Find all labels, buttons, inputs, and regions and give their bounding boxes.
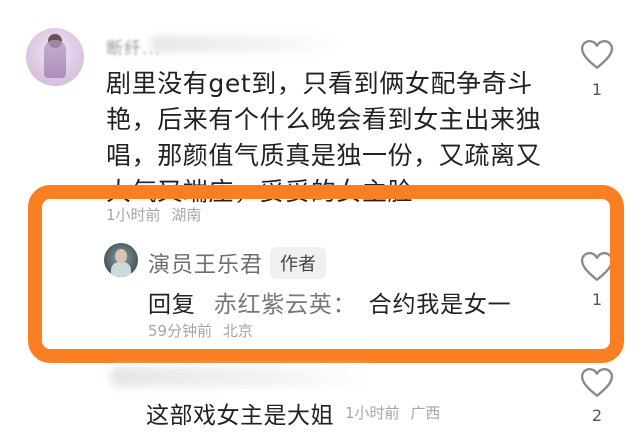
avatar-face — [115, 249, 127, 263]
reply-like-heart-icon[interactable] — [580, 250, 614, 284]
reply-content: 合约我是女一 — [368, 292, 512, 318]
reply-text: 回复 赤红紫云英： 合约我是女一 — [148, 285, 511, 319]
reply-like-count: 1 — [591, 290, 603, 309]
reply-prefix: 回复 — [148, 292, 196, 318]
reply-time: 59分钟前 — [148, 322, 213, 340]
like-count: 1 — [591, 80, 603, 99]
avatar[interactable] — [26, 28, 84, 86]
author-name[interactable]: 演员王乐君 — [148, 247, 263, 279]
author-tag: 作者 — [270, 247, 326, 279]
reply-target[interactable]: 赤红紫云英： — [214, 292, 357, 318]
heart-outline-icon — [580, 40, 614, 69]
comment-time: 1小时前 — [345, 404, 400, 422]
comment-time: 1小时前 — [106, 206, 161, 224]
like-heart-icon[interactable] — [580, 366, 614, 400]
comment-line: 唱，那颜值气质真是独一份，又疏离又 — [106, 141, 542, 170]
comment-meta: 1小时前 湖南 — [106, 204, 201, 225]
comment-text: 这部戏女主是大姐 — [146, 403, 334, 429]
like-heart-icon[interactable] — [580, 38, 614, 72]
blurred-region — [150, 36, 340, 52]
comment-meta: 1小时前 广西 — [345, 402, 440, 423]
heart-outline-icon — [580, 368, 614, 397]
heart-outline-icon — [580, 252, 614, 281]
comment-text: 剧里没有get到，只看到俩女配争奇斗 艳，后来有个什么晚会看到女主出来独 唱，那… — [106, 66, 546, 210]
reply-location: 北京 — [222, 322, 253, 340]
avatar-figure — [44, 40, 66, 78]
author-avatar[interactable] — [104, 243, 138, 277]
like-count: 2 — [591, 406, 603, 425]
blurred-region — [110, 367, 370, 387]
comment-location: 湖南 — [171, 206, 202, 224]
comment-location: 广西 — [410, 404, 441, 422]
reply-meta: 59分钟前 北京 — [148, 320, 253, 341]
comment-line: 剧里没有get到，只看到俩女配争奇斗 — [106, 69, 533, 98]
avatar-body — [111, 262, 131, 277]
comment-line: 艳，后来有个什么晚会看到女主出来独 — [106, 105, 542, 134]
